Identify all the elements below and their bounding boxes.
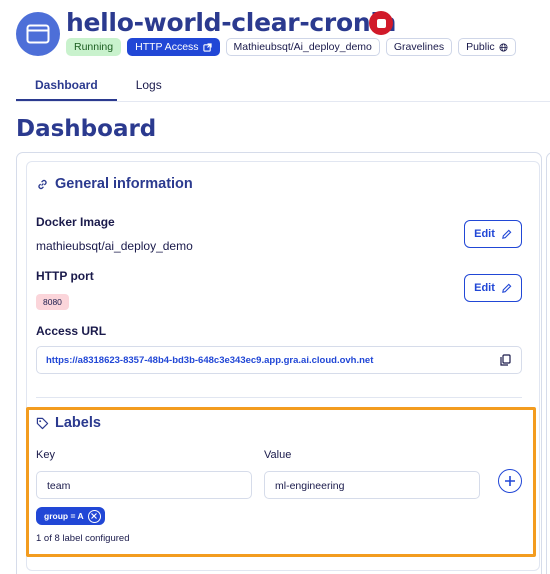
- access-url-value: https://a8318623-8357-48b4-bd3b-648c3e34…: [46, 355, 374, 366]
- remove-label-button[interactable]: [87, 509, 101, 523]
- app-title: hello-world-clear-cronin: [66, 8, 397, 37]
- key-label: Key: [36, 449, 55, 461]
- general-information-title: General information: [55, 176, 193, 192]
- key-input[interactable]: team: [36, 471, 252, 499]
- labels-heading: Labels: [36, 415, 101, 431]
- side-card: [546, 152, 550, 574]
- general-information-heading: General information: [36, 176, 193, 192]
- docker-image-label: Docker Image: [36, 215, 115, 229]
- http-port-value: 8080: [36, 294, 69, 310]
- external-link-icon: [202, 42, 212, 52]
- edit-label: Edit: [474, 228, 495, 240]
- label-count: 1 of 8 label configured: [36, 533, 130, 544]
- app-window-icon: [16, 12, 60, 56]
- edit-http-port-button[interactable]: Edit: [464, 274, 522, 302]
- plus-icon: [505, 476, 515, 486]
- value-label: Value: [264, 449, 292, 461]
- pencil-icon: [502, 283, 512, 293]
- status-badge: Running: [66, 38, 122, 56]
- http-access-label: HTTP Access: [135, 41, 199, 53]
- page-title: Dashboard: [16, 116, 157, 142]
- stop-icon: [376, 18, 386, 28]
- header: hello-world-clear-cronin Running HTTP Ac…: [16, 8, 550, 64]
- stop-button[interactable]: [369, 11, 393, 35]
- access-url-label: Access URL: [36, 324, 107, 338]
- visibility-label: Public: [466, 41, 495, 53]
- value-input[interactable]: ml-engineering: [264, 471, 480, 499]
- add-label-button[interactable]: [498, 469, 522, 493]
- edit-docker-image-button[interactable]: Edit: [464, 220, 522, 248]
- pencil-icon: [502, 229, 512, 239]
- label-chip-text: group = A: [44, 511, 84, 521]
- access-url-field[interactable]: https://a8318623-8357-48b4-bd3b-648c3e34…: [36, 346, 522, 374]
- tab-bar: Dashboard Logs: [16, 70, 550, 102]
- tab-logs[interactable]: Logs: [117, 70, 181, 101]
- image-badge: Mathieubsqt/Ai_deploy_demo: [225, 38, 380, 56]
- docker-image-value: mathieubsqt/ai_deploy_demo: [36, 239, 193, 253]
- section-divider: [36, 397, 522, 398]
- close-icon: [91, 513, 98, 519]
- edit-label: Edit: [474, 282, 495, 294]
- link-icon: [38, 179, 47, 189]
- tab-dashboard[interactable]: Dashboard: [16, 70, 117, 101]
- visibility-badge: Public: [458, 38, 516, 56]
- label-chip: group = A: [36, 507, 105, 525]
- badge-row: Running HTTP Access Mathieubsqt/Ai_deplo…: [66, 38, 516, 56]
- copy-icon[interactable]: [500, 354, 511, 366]
- http-access-badge[interactable]: HTTP Access: [127, 38, 220, 56]
- tag-icon: [36, 417, 49, 429]
- region-badge: Gravelines: [385, 38, 453, 56]
- globe-icon: [499, 42, 508, 52]
- http-port-label: HTTP port: [36, 269, 94, 283]
- labels-title: Labels: [55, 415, 101, 431]
